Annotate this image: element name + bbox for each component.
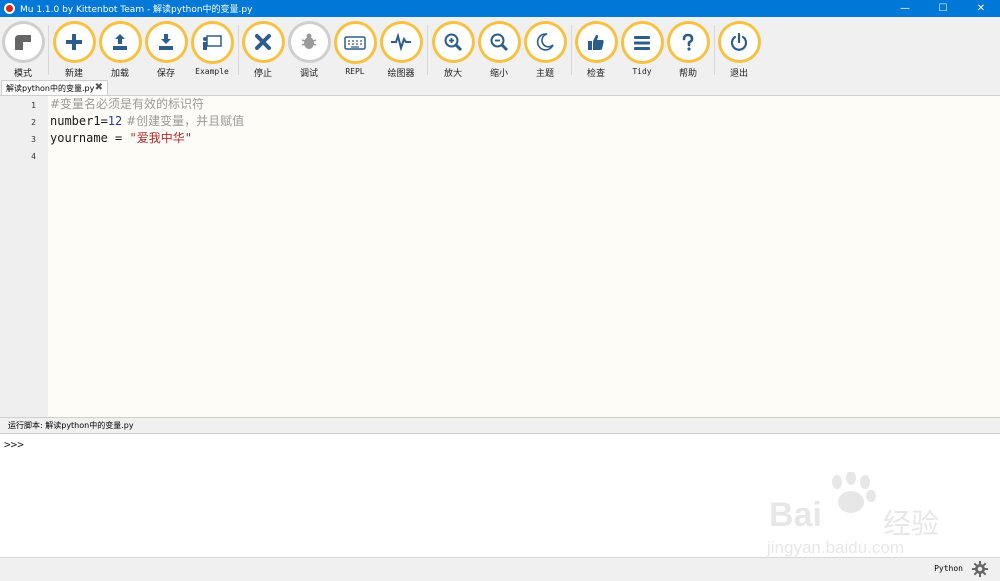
- code-editor[interactable]: 1 2 3 4 #变量名必须是有效的标识符 number1=12 #创建变量，并…: [0, 95, 1000, 418]
- quit-button[interactable]: 退出: [716, 21, 762, 79]
- new-label: 新建: [64, 69, 83, 79]
- theme-button[interactable]: 主题: [522, 21, 568, 79]
- gear-icon[interactable]: [972, 561, 988, 581]
- tab-current-file[interactable]: 解读python中的变量.py ✖: [1, 80, 108, 95]
- maximize-button[interactable]: ☐: [924, 0, 962, 17]
- repl-label: REPL: [345, 67, 365, 76]
- code-text: number1=: [50, 114, 108, 128]
- console-prompt: >>>: [4, 438, 24, 451]
- plotter-button[interactable]: 绘图器: [378, 21, 424, 79]
- example-button[interactable]: Example: [189, 21, 235, 79]
- new-button[interactable]: 新建: [51, 21, 97, 79]
- tab-bar: 解读python中的变量.py ✖: [0, 79, 1000, 95]
- download-icon: [144, 21, 188, 63]
- zoom-out-button[interactable]: 缩小: [476, 21, 522, 79]
- close-window-button[interactable]: ✕: [962, 0, 1000, 17]
- toolbar-separator: [427, 25, 428, 75]
- tidy-button[interactable]: Tidy: [619, 21, 665, 79]
- tab-close-icon[interactable]: ✖: [95, 82, 103, 93]
- toolbar-separator: [714, 25, 715, 75]
- code-number: 12: [107, 114, 123, 128]
- keyboard-icon: [333, 21, 377, 64]
- pulse-icon: [379, 21, 423, 63]
- upload-icon: [98, 21, 142, 63]
- tab-label: 解读python中的变量.py: [6, 83, 95, 93]
- toolbar-separator: [571, 25, 572, 75]
- quit-label: 退出: [729, 69, 748, 79]
- line-number: 1: [31, 101, 36, 110]
- question-icon: [666, 21, 710, 63]
- code-comment: #变量名必须是有效的标识符: [50, 97, 205, 111]
- mode-button[interactable]: 模式: [0, 21, 46, 79]
- line-number: 3: [31, 135, 36, 144]
- stop-label: 停止: [253, 69, 272, 79]
- title-bar: Mu 1.1.0 by Kittenbot Team - 解读python中的变…: [0, 0, 1000, 17]
- mode-label: 模式: [13, 69, 32, 79]
- plus-icon: [52, 21, 96, 63]
- thumbs-up-icon: [574, 21, 618, 63]
- toolbar: 模式 新建 加载 保存 Example 停止 调试 REPL 绘图器 放大 缩小…: [0, 17, 1000, 80]
- toolbar-separator: [48, 25, 49, 75]
- paw-logo-icon: [832, 471, 876, 513]
- presentation-icon: [190, 21, 234, 64]
- zoom-in-button[interactable]: 放大: [430, 21, 476, 79]
- load-label: 加载: [110, 69, 129, 79]
- line-number: 4: [31, 152, 36, 161]
- window-title: Mu 1.1.0 by Kittenbot Team - 解读python中的变…: [20, 5, 253, 15]
- debug-button[interactable]: 调试: [286, 21, 332, 79]
- zoom-in-icon: [431, 21, 475, 63]
- run-script-label: 运行脚本: 解读python中的变量.py: [0, 417, 1000, 433]
- zoom-out-label: 缩小: [489, 69, 508, 79]
- minimize-button[interactable]: —: [886, 0, 924, 17]
- example-label: Example: [195, 67, 229, 76]
- menu-lines-icon: [620, 21, 664, 64]
- moon-icon: [523, 21, 567, 63]
- plotter-label: 绘图器: [387, 69, 415, 79]
- zoom-in-label: 放大: [443, 69, 462, 79]
- mode-icon: [1, 21, 45, 63]
- code-line-1[interactable]: #变量名必须是有效的标识符: [50, 96, 204, 113]
- line-number: 2: [31, 118, 36, 127]
- debug-label: 调试: [299, 69, 318, 79]
- theme-label: 主题: [535, 69, 554, 79]
- toolbar-separator: [238, 25, 239, 75]
- help-label: 帮助: [678, 69, 697, 79]
- power-icon: [717, 21, 761, 63]
- zoom-out-icon: [477, 21, 521, 63]
- code-line-2[interactable]: number1=12 #创建变量，并且赋值: [50, 113, 244, 130]
- help-button[interactable]: 帮助: [665, 21, 711, 79]
- check-label: 检查: [586, 69, 605, 79]
- load-button[interactable]: 加载: [97, 21, 143, 79]
- window-controls: — ☐ ✕: [886, 0, 1000, 17]
- baidu-watermark: Bai 经验 jingyan.baidu.com: [767, 471, 947, 562]
- watermark-brand-cn: 经验: [883, 507, 940, 540]
- bug-icon: [287, 21, 331, 63]
- code-comment: #创建变量，并且赋值: [122, 114, 245, 128]
- check-button[interactable]: 检查: [573, 21, 619, 79]
- mode-indicator[interactable]: Python: [934, 564, 963, 573]
- tidy-label: Tidy: [632, 67, 652, 76]
- watermark-url: jingyan.baidu.com: [767, 538, 905, 557]
- save-button[interactable]: 保存: [143, 21, 189, 79]
- save-label: 保存: [156, 69, 175, 79]
- code-string: "爱我中华": [129, 131, 192, 145]
- status-bar: Python: [0, 557, 1000, 581]
- watermark-brand: Bai: [769, 496, 822, 534]
- mu-logo-icon: [4, 3, 15, 14]
- line-number-gutter: 1 2 3 4: [0, 96, 48, 418]
- stop-button[interactable]: 停止: [240, 21, 286, 79]
- code-text: yourname =: [50, 131, 130, 145]
- repl-button[interactable]: REPL: [332, 21, 378, 79]
- close-icon: [241, 21, 285, 63]
- code-line-3[interactable]: yourname = "爱我中华": [50, 130, 192, 147]
